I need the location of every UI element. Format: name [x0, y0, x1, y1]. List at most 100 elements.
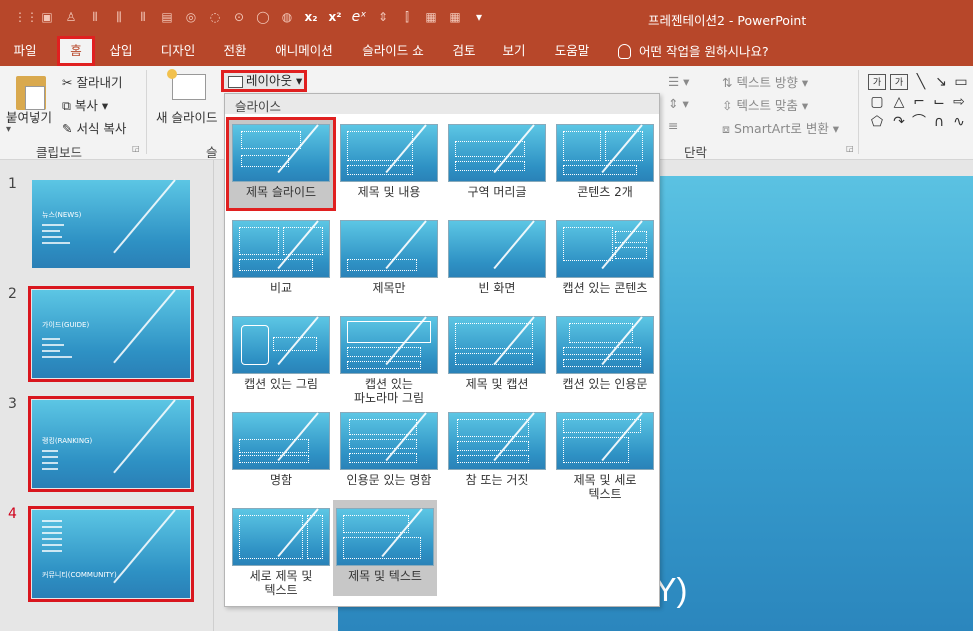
text-icon[interactable]: ▤	[158, 8, 176, 26]
paragraph-launcher-icon[interactable]: ◲	[846, 144, 854, 153]
dots-icon[interactable]: ⊙	[230, 8, 248, 26]
bullets-icon[interactable]: ☰ ▾	[668, 74, 689, 89]
paste-button[interactable]: 붙여넣기	[6, 107, 52, 126]
arrow-line-icon[interactable]: ↘	[932, 74, 950, 90]
rounded-rect-icon[interactable]: ▢	[868, 94, 886, 110]
equation-icon[interactable]: eˣ	[350, 8, 368, 26]
slide-thumbnail-4[interactable]: 커뮤니티(COMMUNITY)	[28, 506, 194, 602]
justify-icon[interactable]: ≡	[668, 118, 678, 133]
oval-icon[interactable]: ◯	[254, 8, 272, 26]
right-arrow-icon[interactable]: ⇨	[950, 94, 968, 110]
new-slide-button[interactable]: 새 슬라이드	[156, 107, 217, 126]
tab-insert[interactable]: 삽입	[106, 41, 136, 63]
pentagon-icon[interactable]: ⬠	[868, 114, 886, 130]
tab-animations[interactable]: 애니메이션	[272, 41, 336, 63]
align-icon[interactable]: ⫴	[86, 8, 104, 26]
title-bar: ⋮⋮ ▣ ♙ ⫴ ⫼ ⫴ ▤ ◎ ◌ ⊙ ◯ ◍ x₂ x² eˣ ⇕ ⫿ ▦ …	[0, 0, 973, 36]
layout-title-slide[interactable]: 제목 슬라이드	[226, 117, 336, 211]
scribble-icon[interactable]: ∿	[950, 114, 968, 130]
paste-dropdown-icon[interactable]: ▾	[6, 124, 11, 135]
vertical-textbox-icon[interactable]: 가	[890, 74, 908, 90]
rectangle-icon[interactable]: ▭	[952, 74, 970, 90]
grid-icon[interactable]: ⋮⋮	[14, 8, 38, 26]
dialog-launcher-icon[interactable]: ◲	[132, 144, 140, 153]
layout-title-caption[interactable]: 제목 및 캡션	[445, 312, 549, 391]
layout-button[interactable]: 레이아웃 ▾	[221, 70, 307, 92]
clipboard-group-label: 클립보드	[36, 145, 83, 160]
tell-me-search[interactable]: 어떤 작업을 원하시나요?	[618, 41, 769, 60]
freeform-icon[interactable]: ∩	[930, 114, 948, 130]
superscript-icon[interactable]: x²	[326, 8, 344, 26]
align-text-button[interactable]: ⇳ 텍스트 맞춤 ▾	[722, 95, 808, 114]
format-painter-button[interactable]: ✎ 서식 복사	[62, 118, 126, 137]
save-icon[interactable]: ▣	[38, 8, 56, 26]
tab-help[interactable]: 도움말	[552, 41, 592, 63]
textbox-icon[interactable]: 가	[868, 74, 886, 90]
line-icon[interactable]: ╲	[912, 74, 930, 90]
curve-arrow-icon[interactable]: ↷	[890, 114, 908, 130]
slide-thumbnail-3[interactable]: 랭킹(RANKING)	[28, 396, 194, 492]
window-title: 프레젠테이션2 - PowerPoint	[648, 13, 807, 28]
slide-number: 1	[8, 176, 17, 192]
slide-thumbnail-2[interactable]: 가이드(GUIDE)	[28, 286, 194, 382]
align-center-icon[interactable]: ⫼	[110, 8, 128, 26]
cut-button[interactable]: ✂ 잘라내기	[62, 72, 122, 91]
layout-panorama-caption[interactable]: 캡션 있는 파노라마 그림	[337, 312, 441, 405]
layout-title-vertical-text[interactable]: 제목 및 세로 텍스트	[553, 408, 657, 501]
more-icon[interactable]: ▾	[470, 8, 488, 26]
layout-quote-caption[interactable]: 캡션 있는 인용문	[553, 312, 657, 391]
format-icon[interactable]: ♙	[62, 8, 80, 26]
tab-view[interactable]: 보기	[500, 41, 528, 63]
align-right-icon[interactable]: ⫴	[134, 8, 152, 26]
text-direction-button[interactable]: ⇅ 텍스트 방향 ▾	[722, 72, 808, 91]
layout-title-content[interactable]: 제목 및 내용	[337, 120, 441, 199]
layout-picture-caption[interactable]: 캡션 있는 그림	[229, 312, 333, 391]
tab-transitions[interactable]: 전환	[221, 41, 249, 63]
layout-vertical-title-text[interactable]: 세로 제목 및 텍스트	[229, 504, 333, 597]
brush-icon[interactable]: ◍	[278, 8, 296, 26]
layout-blank[interactable]: 빈 화면	[445, 216, 549, 295]
tab-file[interactable]: 파일	[12, 41, 38, 63]
subscript-icon[interactable]: x₂	[302, 8, 320, 26]
copy-icon: ⧉	[62, 98, 75, 113]
connector-icon[interactable]: ⌙	[930, 94, 948, 110]
layout-gallery: 슬라이스 제목 슬라이드 제목 및 내용 구역 머리글 콘텐츠 2개 비교 제목…	[224, 93, 660, 607]
thumb-title: 커뮤니티(COMMUNITY)	[42, 571, 117, 579]
elbow-connector-icon[interactable]: ⌐	[910, 94, 928, 110]
quick-access-toolbar: ⋮⋮ ▣ ♙ ⫴ ⫼ ⫴ ▤ ◎ ◌ ⊙ ◯ ◍ x₂ x² eˣ ⇕ ⫿ ▦ …	[14, 8, 488, 26]
line-spacing-icon[interactable]: ⇕ ▾	[668, 96, 689, 111]
layout-name-card[interactable]: 명함	[229, 408, 333, 487]
slide-thumbnail-1[interactable]: 뉴스(NEWS)	[32, 179, 190, 268]
spacing-icon[interactable]: ⇕	[374, 8, 392, 26]
layout-title-only[interactable]: 제목만	[337, 216, 441, 295]
arc-icon[interactable]: ⌒	[910, 114, 928, 130]
clipboard-icon[interactable]	[16, 76, 46, 110]
layout-content-caption[interactable]: 캡션 있는 콘텐츠	[553, 216, 657, 295]
copy-button[interactable]: ⧉ 복사 ▾	[62, 95, 108, 114]
table2-icon[interactable]: ▦	[446, 8, 464, 26]
tab-slideshow[interactable]: 슬라이드 쇼	[359, 41, 427, 63]
scissors-icon: ✂	[62, 75, 77, 90]
smartart-button[interactable]: ⧈ SmartArt로 변환 ▾	[722, 118, 839, 137]
new-slide-icon[interactable]	[167, 69, 206, 100]
layout-comparison[interactable]: 비교	[229, 216, 333, 295]
layout-section-header[interactable]: 구역 머리글	[445, 120, 549, 199]
gallery-header: 슬라이스	[225, 94, 659, 114]
tab-home[interactable]: 홈	[57, 36, 95, 66]
layout-quote-name-card[interactable]: 인용문 있는 명함	[337, 408, 441, 487]
table-icon[interactable]: ▦	[422, 8, 440, 26]
tab-review[interactable]: 검토	[450, 41, 478, 63]
slide-number: 2	[8, 286, 17, 302]
triangle-icon[interactable]: △	[890, 94, 908, 110]
divider	[146, 70, 147, 154]
brush-icon: ✎	[62, 121, 77, 136]
tab-design[interactable]: 디자인	[158, 41, 198, 63]
layout-two-content[interactable]: 콘텐츠 2개	[553, 120, 657, 199]
circle-icon[interactable]: ◎	[182, 8, 200, 26]
thumb-title: 랭킹(RANKING)	[42, 437, 93, 445]
layout-title-text[interactable]: 제목 및 텍스트	[333, 500, 437, 596]
layout-true-false[interactable]: 참 또는 거짓	[445, 408, 549, 487]
slide-number: 3	[8, 396, 17, 412]
columns-icon[interactable]: ⫿	[398, 8, 416, 26]
curve-icon[interactable]: ◌	[206, 8, 224, 26]
